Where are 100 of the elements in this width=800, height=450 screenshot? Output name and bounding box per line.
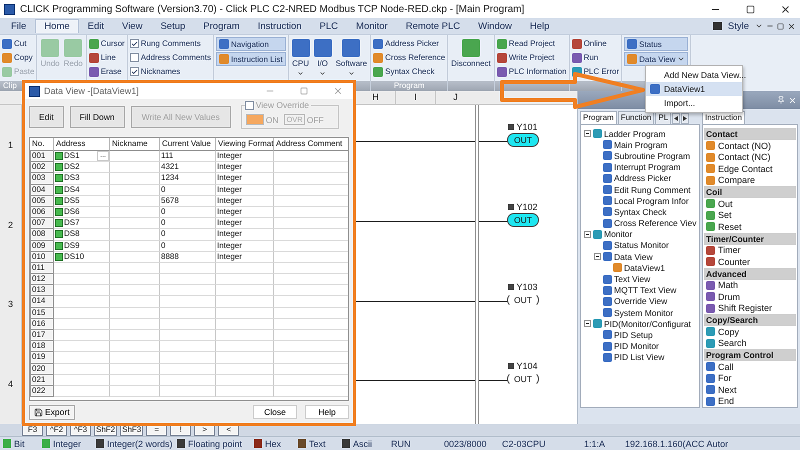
ribbon-button[interactable]: Cursor <box>88 37 125 50</box>
checkbox[interactable] <box>130 67 139 76</box>
panel-tab[interactable]: Function <box>618 111 654 124</box>
collapse-toggle[interactable] <box>584 230 591 238</box>
ribbon-button[interactable]: PLC Error <box>572 65 620 78</box>
ribbon-checkbox[interactable]: Address Comments <box>130 51 211 64</box>
dialog-button[interactable]: Edit <box>29 106 64 128</box>
instruction-item[interactable]: Drum <box>718 292 740 302</box>
output-coil[interactable]: OUT <box>507 133 539 147</box>
tree-item[interactable]: Edit Rung Comment <box>614 184 691 195</box>
tree-item[interactable]: Text View <box>614 274 650 284</box>
checkbox[interactable] <box>130 53 139 62</box>
address-cell[interactable] <box>54 341 110 352</box>
instruction-item[interactable]: End <box>718 396 734 406</box>
tree-item[interactable]: Syntax Check <box>614 206 666 217</box>
ribbon-button[interactable]: Cross Reference <box>373 51 446 64</box>
export-button[interactable]: Export <box>29 404 75 420</box>
address-cell[interactable] <box>54 285 110 296</box>
ribbon-toggle-button[interactable]: Data View <box>624 52 688 66</box>
address-cell[interactable] <box>54 364 110 375</box>
tree-item[interactable]: PID Monitor <box>614 341 659 352</box>
menu-tab[interactable]: Program <box>194 19 249 33</box>
output-coil[interactable]: OUT <box>507 292 539 306</box>
instruction-item[interactable]: Reset <box>718 222 742 232</box>
ribbon-button[interactable]: Address Picker <box>373 37 446 50</box>
output-coil[interactable]: OUT <box>507 372 539 386</box>
scroll-left-icon[interactable] <box>672 113 680 124</box>
tree-item[interactable]: Address Picker <box>614 173 672 184</box>
tree-item[interactable]: Main Program <box>614 140 668 150</box>
ribbon-button[interactable]: Online <box>572 37 620 50</box>
instruction-item[interactable]: Edge Contact <box>718 164 773 174</box>
menu-tab[interactable]: Instruction <box>248 19 311 33</box>
address-cell[interactable]: DS3 <box>54 173 110 185</box>
output-coil[interactable]: OUT <box>507 212 539 227</box>
instruction-item[interactable]: Call <box>718 362 734 372</box>
address-cell[interactable]: DS2 <box>54 162 110 174</box>
menu-tab[interactable]: Monitor <box>347 19 397 33</box>
instruction-item[interactable]: Set <box>718 210 732 220</box>
tree-item[interactable]: Data View <box>614 252 653 262</box>
collapse-toggle[interactable] <box>584 320 591 328</box>
ribbon-button[interactable]: Cut <box>2 37 34 50</box>
tree-item[interactable]: Ladder Program <box>604 128 666 139</box>
restore-icon[interactable] <box>777 22 784 30</box>
ribbon-large-button[interactable]: CPU <box>290 37 311 77</box>
menu-tab[interactable]: View <box>113 19 152 33</box>
instruction-item[interactable]: Copy <box>718 326 740 337</box>
tree-item[interactable]: PID List View <box>614 352 664 362</box>
instruction-item[interactable]: Search <box>718 338 747 348</box>
menu-tab[interactable]: Window <box>469 19 521 33</box>
menu-tab[interactable]: Help <box>520 19 558 33</box>
menu-tab[interactable]: Setup <box>151 19 194 33</box>
ribbon-checkbox[interactable]: Rung Comments <box>130 37 211 50</box>
address-cell[interactable]: DS7 <box>54 218 110 230</box>
ribbon-large-button[interactable]: Software <box>334 37 368 77</box>
instruction-item[interactable]: Next <box>718 384 737 395</box>
address-cell[interactable]: DS8 <box>54 229 110 241</box>
address-cell[interactable] <box>54 386 110 398</box>
style-menu[interactable]: Style <box>724 19 752 33</box>
address-cell[interactable] <box>54 262 110 274</box>
collapse-toggle[interactable] <box>594 253 601 260</box>
instruction-item[interactable]: Math <box>718 280 738 290</box>
address-cell[interactable] <box>54 308 110 319</box>
tree-item[interactable]: System Monitor <box>614 308 674 318</box>
pin-icon[interactable] <box>777 96 785 104</box>
tree-item[interactable]: Interrupt Program <box>614 162 681 172</box>
menu-tab[interactable]: File <box>2 19 36 33</box>
dialog-button[interactable]: Help <box>305 405 349 419</box>
menu-tab[interactable]: PLC <box>310 19 348 33</box>
dialog-button[interactable]: Close <box>253 405 297 419</box>
tree-item[interactable]: PID Setup <box>614 330 653 340</box>
ribbon-button[interactable]: Copy <box>2 51 34 64</box>
ribbon-button[interactable]: Write Project <box>496 51 567 64</box>
ribbon-button[interactable]: Syntax Check <box>373 65 446 78</box>
instruction-item[interactable]: Timer <box>718 245 741 256</box>
tree-item[interactable]: Subroutine Program <box>614 150 690 161</box>
address-cell[interactable] <box>54 352 110 364</box>
ribbon-large-button[interactable]: Disconnect <box>450 37 492 68</box>
tree-item[interactable]: Cross Reference Viev <box>614 218 697 228</box>
instruction-item[interactable]: Counter <box>718 256 750 267</box>
address-cell[interactable] <box>54 296 110 308</box>
address-cell[interactable] <box>54 274 110 286</box>
dialog-button[interactable]: Fill Down <box>70 106 125 128</box>
instruction-item[interactable]: Contact (NC) <box>718 152 771 162</box>
address-cell[interactable] <box>54 374 110 386</box>
collapse-toggle[interactable] <box>584 130 591 138</box>
ribbon-toggle-button[interactable]: Instruction List <box>216 52 286 66</box>
address-cell[interactable]: DS5 <box>54 196 110 207</box>
tree-item[interactable]: Status Monitor <box>614 240 669 250</box>
ribbon-toggle-button[interactable]: Status <box>624 37 688 51</box>
address-cell[interactable]: DS6 <box>54 206 110 218</box>
close-icon[interactable] <box>787 22 796 30</box>
scroll-right-icon[interactable] <box>681 113 690 124</box>
ribbon-checkbox[interactable]: Nicknames <box>130 65 211 78</box>
address-cell[interactable] <box>54 330 110 342</box>
address-cell[interactable]: DS10 <box>54 252 110 263</box>
ribbon-button[interactable]: Line <box>88 51 125 64</box>
menu-tab[interactable]: Edit <box>78 19 114 33</box>
address-cell[interactable]: DS4 <box>54 184 110 196</box>
tree-item[interactable]: Override View <box>614 296 668 306</box>
panel-tab[interactable]: Program <box>580 111 617 124</box>
